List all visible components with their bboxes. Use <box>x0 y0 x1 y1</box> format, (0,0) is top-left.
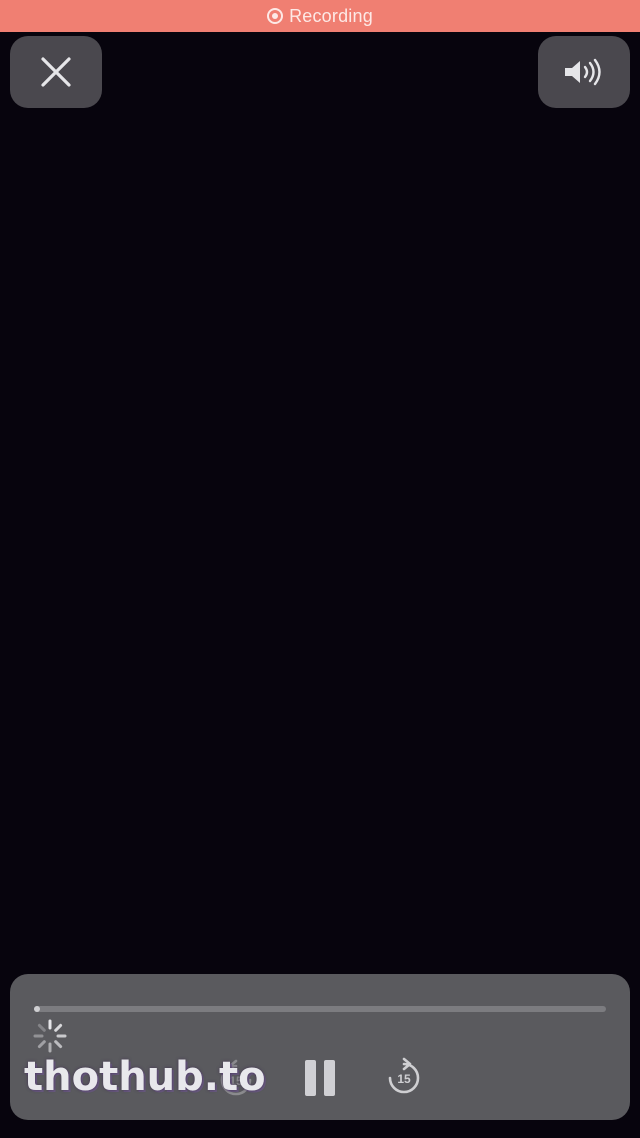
pause-bar-left <box>305 1060 316 1096</box>
watermark-text: thothub.to <box>24 1054 266 1100</box>
close-button[interactable] <box>10 36 102 108</box>
volume-button[interactable] <box>538 36 630 108</box>
pause-bar-right <box>324 1060 335 1096</box>
video-player-screen: Recording 15 15 thothub.to <box>0 0 640 1138</box>
skip-forward-label: 15 <box>397 1072 411 1086</box>
progress-fill <box>34 1006 40 1012</box>
progress-scrubber[interactable] <box>34 1006 606 1012</box>
recording-indicator-bar[interactable]: Recording <box>0 0 640 32</box>
speaker-volume-icon <box>565 58 601 86</box>
close-icon <box>41 57 71 87</box>
recording-label: Recording <box>289 5 373 26</box>
skip-forward-15-icon[interactable]: 15 <box>382 1056 426 1100</box>
record-icon <box>267 8 284 24</box>
pause-button[interactable] <box>298 1056 342 1100</box>
loading-spinner-icon <box>33 1019 67 1053</box>
